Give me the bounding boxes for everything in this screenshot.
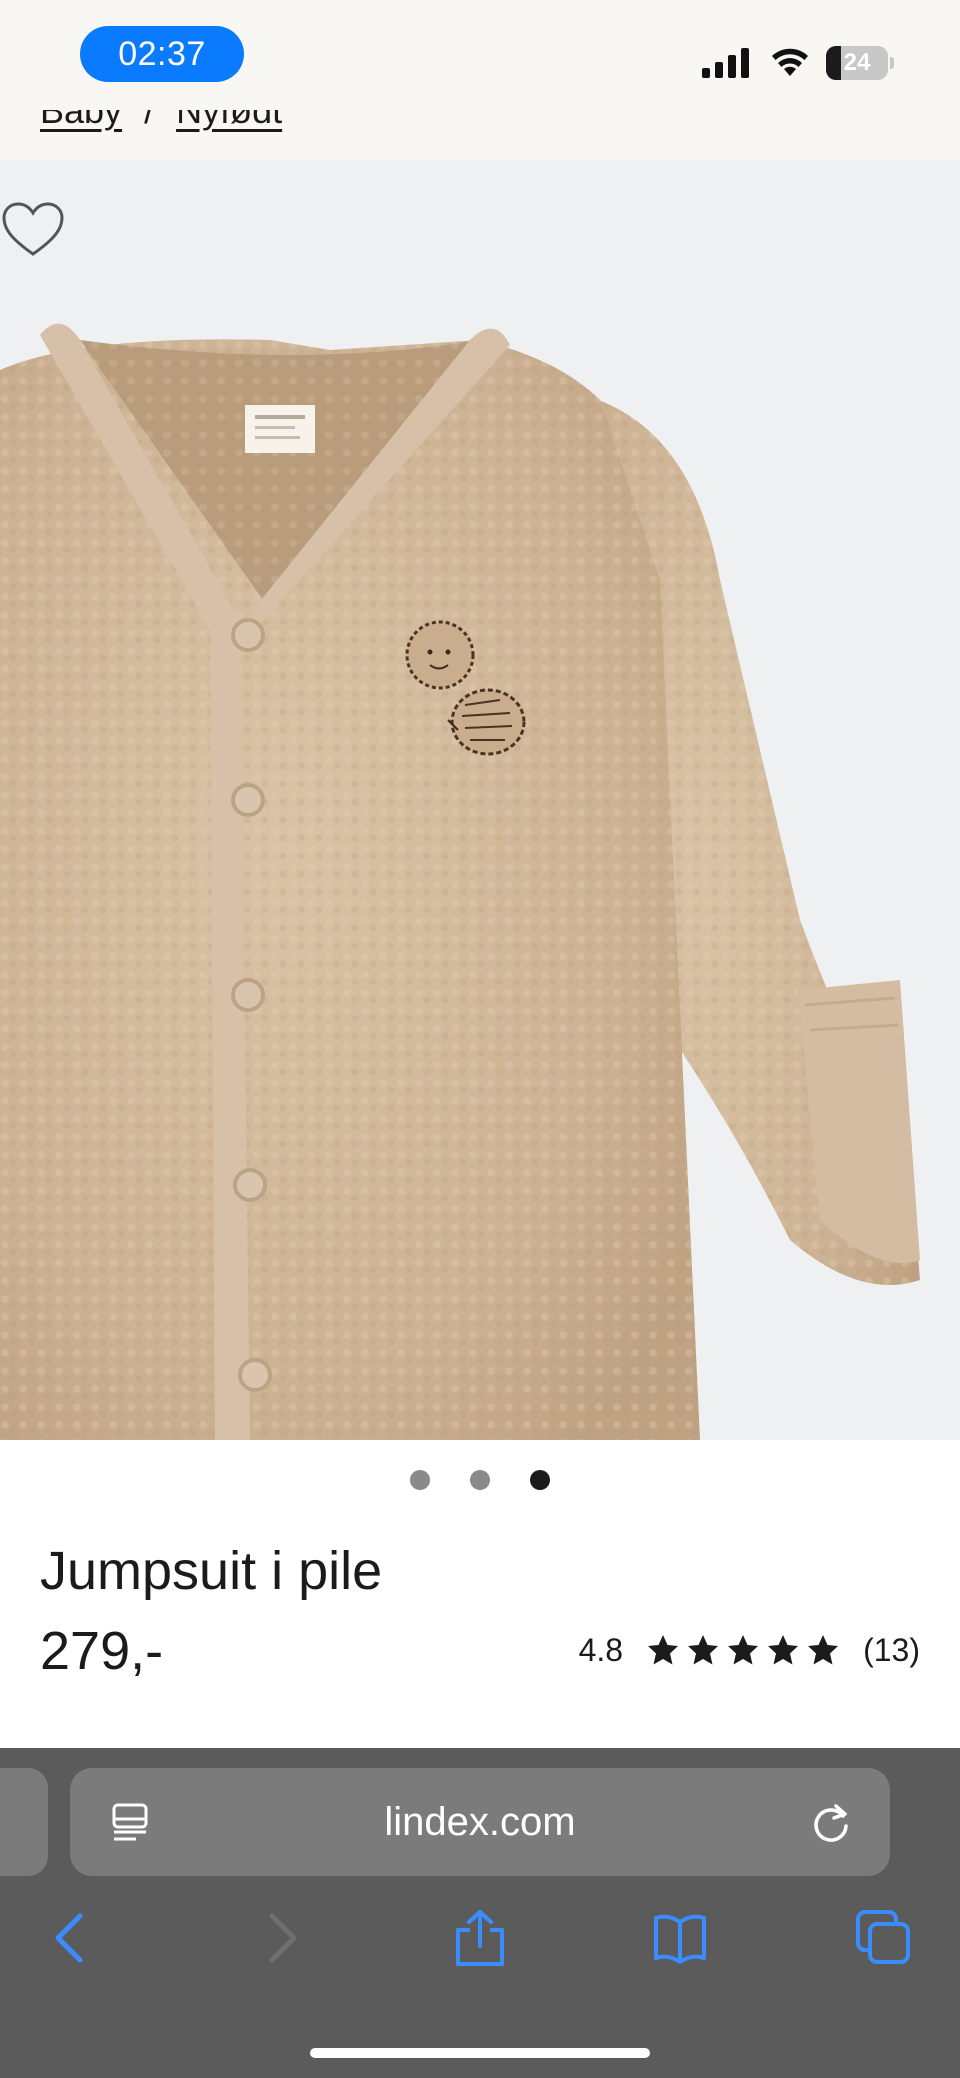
jumpsuit-photo bbox=[0, 160, 960, 1440]
browser-chrome: lindex.com bbox=[0, 1748, 960, 2078]
star-icon bbox=[808, 1635, 839, 1665]
home-indicator bbox=[310, 2048, 650, 2058]
product-image[interactable] bbox=[0, 160, 960, 1440]
status-bar: 02:37 24 bbox=[0, 0, 960, 110]
carousel-dots bbox=[0, 1460, 960, 1500]
browser-toolbar bbox=[0, 1900, 960, 1980]
back-icon[interactable] bbox=[44, 1910, 100, 1966]
breadcrumb-separator: / bbox=[144, 110, 155, 131]
address-bar[interactable]: lindex.com bbox=[70, 1768, 890, 1876]
battery-level: 24 bbox=[843, 49, 871, 76]
review-count: (13) bbox=[863, 1631, 920, 1668]
product-title: Jumpsuit i pile bbox=[40, 1541, 383, 1601]
tabs-icon[interactable] bbox=[856, 1910, 912, 1966]
star-icon bbox=[728, 1635, 759, 1665]
share-icon[interactable] bbox=[452, 1910, 508, 1966]
forward-icon[interactable] bbox=[252, 1910, 308, 1966]
star-icon bbox=[768, 1635, 799, 1665]
cellular-signal-icon bbox=[702, 48, 749, 78]
breadcrumb-link-baby[interactable]: Baby bbox=[40, 110, 122, 131]
star-icon bbox=[688, 1635, 719, 1665]
breadcrumb-link-nyfodt[interactable]: Nyfødt bbox=[176, 110, 282, 131]
rating-stars bbox=[647, 1634, 839, 1666]
carousel-dot[interactable] bbox=[470, 1470, 490, 1490]
previous-tab-preview[interactable] bbox=[0, 1768, 48, 1876]
carousel-dot[interactable] bbox=[530, 1470, 550, 1490]
heart-outline-icon[interactable] bbox=[0, 200, 66, 260]
status-time[interactable]: 02:37 bbox=[80, 26, 244, 82]
reload-icon[interactable] bbox=[812, 1802, 852, 1844]
bookmarks-icon[interactable] bbox=[652, 1910, 708, 1966]
battery-icon: 24 bbox=[826, 46, 894, 80]
product-rating[interactable]: 4.8 (13) bbox=[579, 1630, 920, 1670]
rating-value: 4.8 bbox=[578, 1631, 624, 1668]
wifi-icon bbox=[772, 48, 808, 76]
star-icon bbox=[648, 1635, 679, 1665]
breadcrumb: Baby / Nyfødt bbox=[0, 110, 960, 160]
product-price: 279,- bbox=[40, 1621, 164, 1681]
carousel-dot[interactable] bbox=[410, 1470, 430, 1490]
url-text[interactable]: lindex.com bbox=[70, 1768, 890, 1876]
